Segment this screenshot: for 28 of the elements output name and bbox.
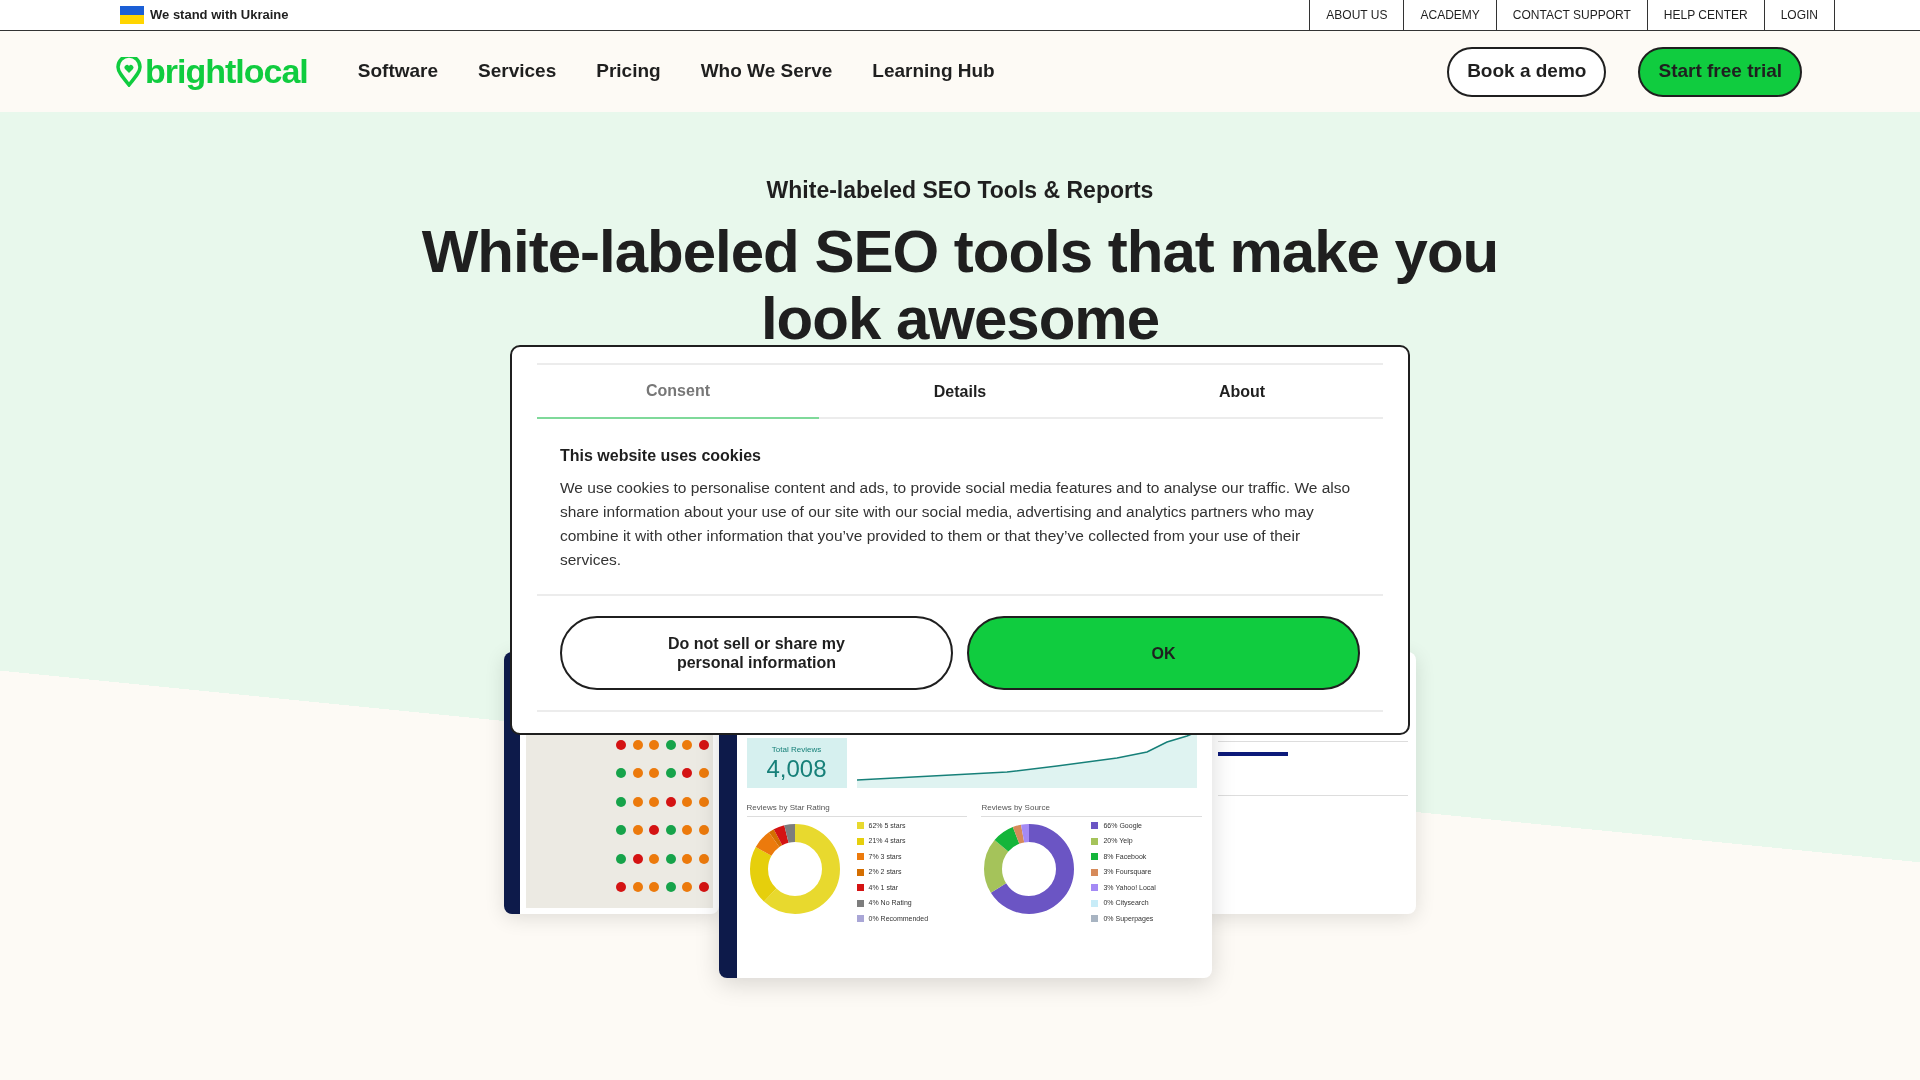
dialog-body: We use cookies to personalise content and ads, to provide social media features and to analyse our traffic. We also share information about your use of our site with our social media, advertising and analytics partners who may combine it with other information that you’ve provided to them or that they’ve collected from your use of their services.: [560, 478, 1352, 570]
nav-link[interactable]: Who We Serve: [700, 57, 833, 86]
total-reviews-count: 4,008: [766, 755, 827, 782]
dialog-tab[interactable]: Consent: [537, 365, 819, 419]
do-not-sell-button[interactable]: Do not sell or share my personal information: [560, 616, 953, 690]
hero-title: White-labeled SEO tools that make you look awesome: [420, 217, 1500, 352]
book-demo-button[interactable]: Book a demo: [1447, 46, 1607, 97]
top-link[interactable]: LOGIN: [1764, 0, 1835, 30]
dialog-tab[interactable]: About: [1101, 365, 1383, 419]
ok-button[interactable]: OK: [967, 616, 1360, 690]
top-link[interactable]: ABOUT US: [1310, 0, 1405, 30]
top-link[interactable]: CONTACT SUPPORT: [1496, 0, 1648, 30]
top-link[interactable]: ACADEMY: [1404, 0, 1497, 30]
nav-link[interactable]: Pricing: [596, 57, 661, 86]
dialog-title: This website uses cookies: [560, 446, 762, 466]
start-trial-button[interactable]: Start free trial: [1638, 46, 1802, 97]
nav-link[interactable]: Software: [357, 57, 439, 86]
chart-title: Reviews by Star Rating: [746, 801, 968, 817]
hero-eyebrow: White-labeled SEO Tools & Reports: [766, 176, 1154, 205]
dialog-tab[interactable]: Details: [819, 365, 1101, 419]
nav-link[interactable]: Services: [478, 57, 557, 86]
nav-link[interactable]: Learning Hub: [872, 57, 995, 86]
ukraine-notice: We stand with Ukraine: [150, 6, 289, 25]
top-link[interactable]: HELP CENTER: [1647, 0, 1765, 30]
map-pin-heart-icon: [116, 56, 142, 87]
total-reviews-label: Total Reviews: [771, 743, 822, 756]
chart-title: Reviews by Source: [981, 801, 1203, 817]
ukraine-flag-icon: [120, 6, 144, 24]
